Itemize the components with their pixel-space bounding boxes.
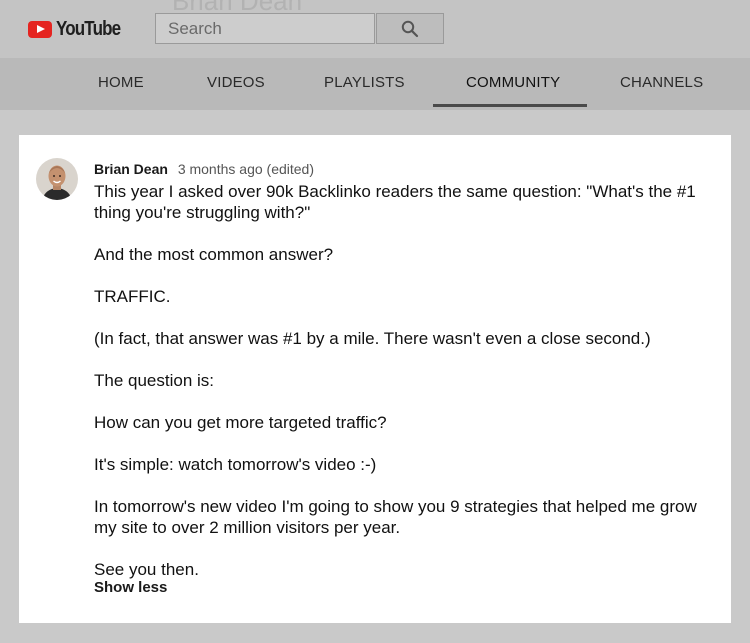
avatar-image [36,158,78,200]
search-input[interactable] [156,14,374,43]
post-timestamp[interactable]: 3 months ago (edited) [178,161,314,177]
post-paragraph: How can you get more targeted traffic? [94,413,387,432]
youtube-logo[interactable]: YouTube [28,18,132,41]
post-paragraph: (In fact, that answer was #1 by a mile. … [94,329,651,348]
top-bar: Brian Dean YouTube [0,0,750,58]
post-text: This year I asked over 90k Backlinko rea… [94,181,714,580]
author-name[interactable]: Brian Dean [94,161,168,177]
post-paragraph: It's simple: watch tomorrow's video :-) [94,455,377,474]
tab-community[interactable]: COMMUNITY [466,74,560,91]
youtube-play-icon [28,21,52,38]
show-less-button[interactable]: Show less [94,579,167,596]
tab-channels[interactable]: CHANNELS [620,74,703,91]
search-button[interactable] [376,13,444,44]
community-post: Brian Dean 3 months ago (edited) This ye… [19,135,731,623]
avatar[interactable] [36,158,78,200]
post-paragraph: This year I asked over 90k Backlinko rea… [94,182,696,222]
tab-playlists[interactable]: PLAYLISTS [324,74,405,91]
post-paragraph: In tomorrow's new video I'm going to sho… [94,497,697,537]
active-tab-indicator [433,104,587,107]
post-paragraph: And the most common answer? [94,245,334,264]
post-header: Brian Dean 3 months ago (edited) [94,161,314,177]
tab-home[interactable]: HOME [98,74,144,91]
logo-text: YouTube [56,18,121,40]
post-paragraph: See you then. [94,560,199,579]
post-paragraph: TRAFFIC. [94,287,171,306]
tab-videos[interactable]: VIDEOS [207,74,265,91]
post-paragraph: The question is: [94,371,215,390]
search-icon [401,20,419,37]
search-box[interactable] [155,13,375,44]
channel-tabs: HOME VIDEOS PLAYLISTS COMMUNITY CHANNELS [0,58,750,110]
